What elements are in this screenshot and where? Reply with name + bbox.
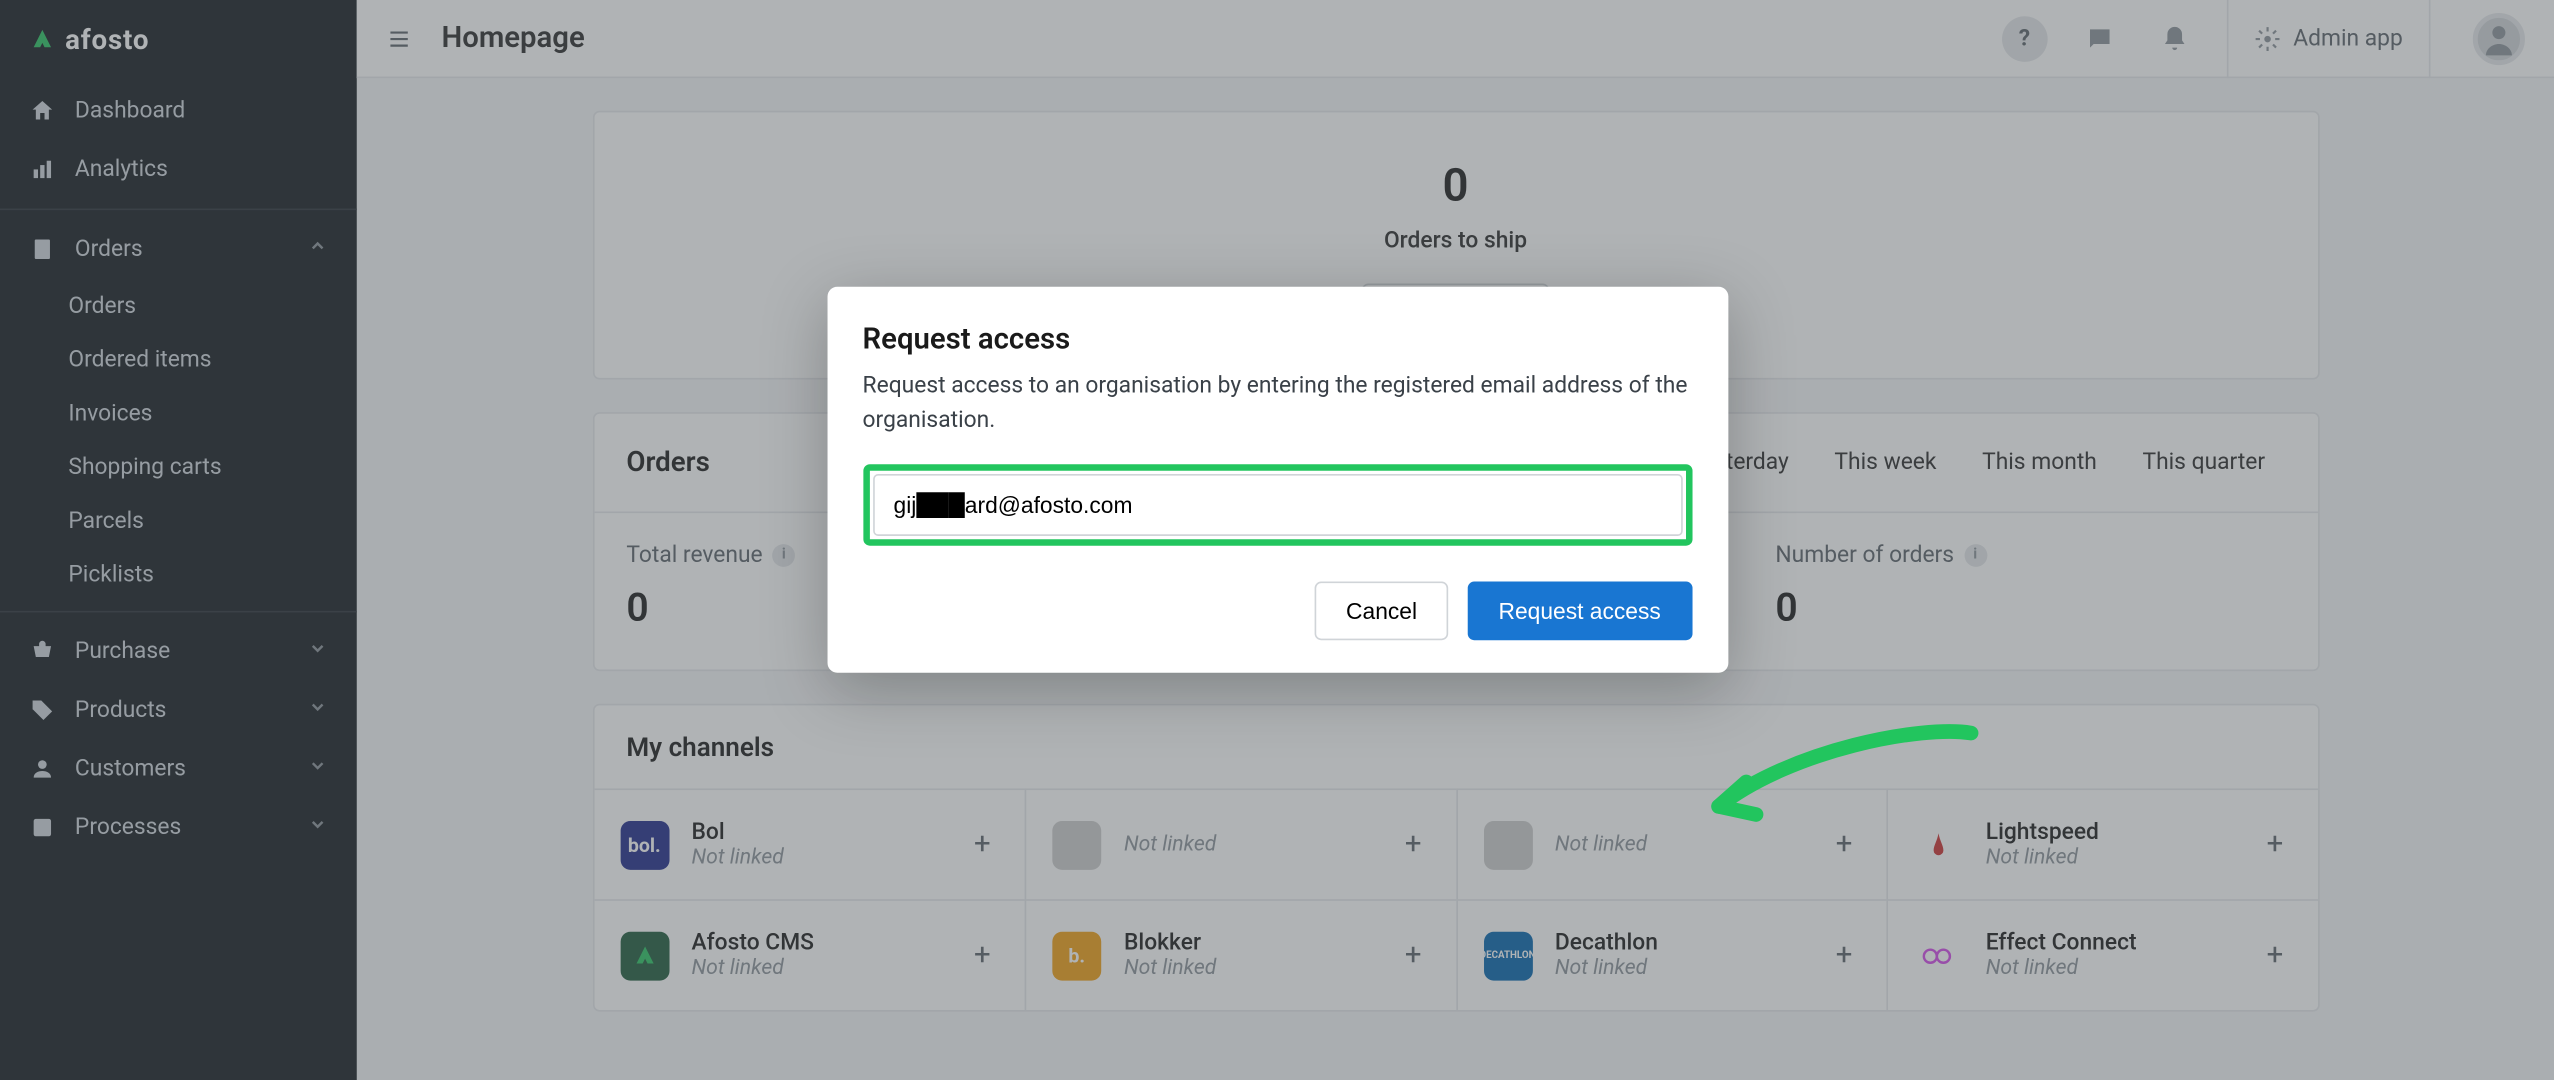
email-input[interactable] bbox=[872, 474, 1682, 536]
modal-description: Request access to an organisation by ent… bbox=[863, 370, 1692, 438]
cancel-button[interactable]: Cancel bbox=[1315, 582, 1448, 641]
modal-overlay: Request access Request access to an orga… bbox=[0, 0, 2554, 1080]
annotation-arrow bbox=[1694, 717, 1987, 847]
request-access-button[interactable]: Request access bbox=[1468, 582, 1692, 641]
modal-title: Request access bbox=[863, 323, 1692, 357]
request-access-modal: Request access Request access to an orga… bbox=[827, 287, 1728, 673]
email-input-highlight bbox=[863, 464, 1692, 545]
